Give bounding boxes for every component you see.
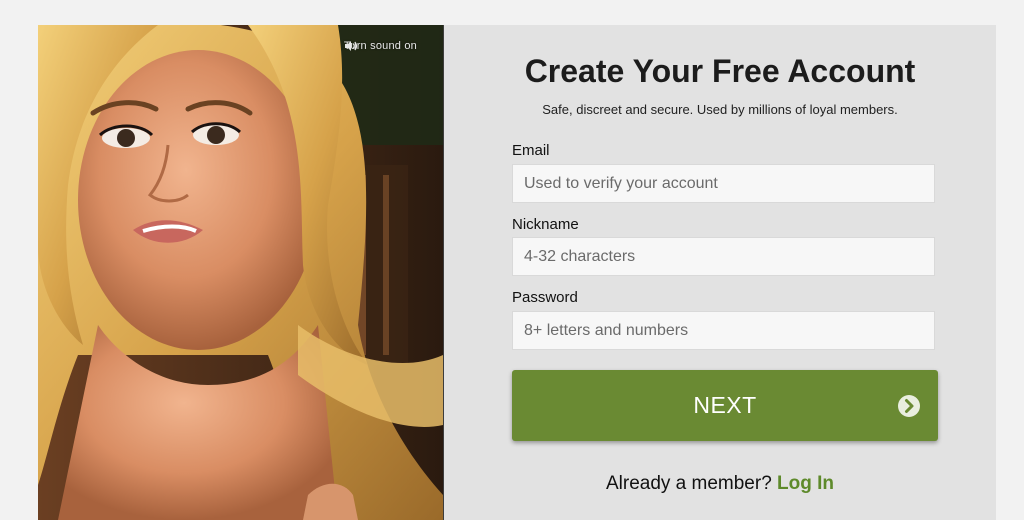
next-button-label: NEXT <box>693 392 757 418</box>
password-label: Password <box>512 289 578 306</box>
login-prompt-text: Already a member? <box>605 473 772 494</box>
chevron-right-circle-icon <box>898 395 920 417</box>
next-button[interactable]: NEXT <box>512 370 938 441</box>
signup-form: Create Your Free Account Safe, discreet … <box>444 25 996 520</box>
email-field[interactable] <box>512 164 935 203</box>
speaker-icon <box>344 40 435 52</box>
login-prompt: Already a member? Log In <box>444 473 996 495</box>
password-field[interactable] <box>512 311 935 350</box>
signup-page: Turn sound on Create Your Free Account S… <box>0 0 1024 520</box>
page-subtitle: Safe, discreet and secure. Used by milli… <box>542 102 898 117</box>
nickname-label: Nickname <box>512 216 579 233</box>
video-frame-illustration <box>38 25 443 520</box>
promo-video[interactable]: Turn sound on <box>38 25 443 520</box>
page-title: Create Your Free Account <box>524 53 916 89</box>
sound-toggle[interactable]: Turn sound on <box>344 40 435 52</box>
login-link[interactable]: Log In <box>777 473 834 494</box>
signup-card: Turn sound on Create Your Free Account S… <box>38 25 996 520</box>
email-label: Email <box>512 142 550 159</box>
nickname-field[interactable] <box>512 237 935 276</box>
